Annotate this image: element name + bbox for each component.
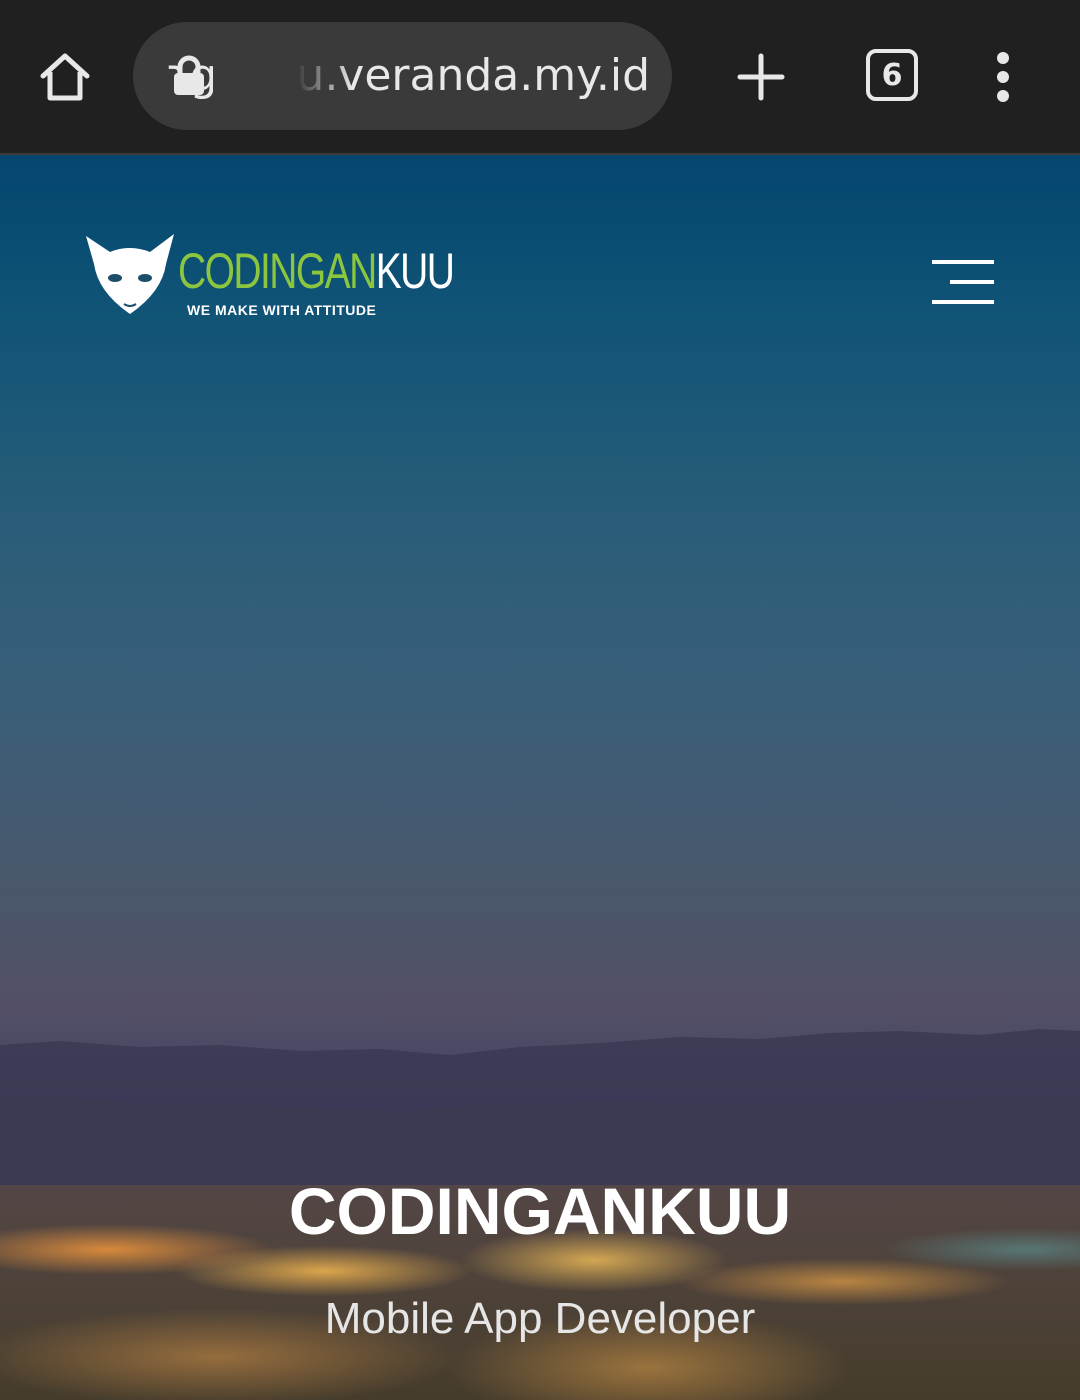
- browser-menu-button[interactable]: [982, 42, 1024, 112]
- hamburger-line-bottom: [932, 300, 994, 304]
- home-button[interactable]: [30, 42, 100, 112]
- hamburger-line-middle: [950, 280, 994, 284]
- lock-icon: [174, 55, 204, 95]
- tab-switcher-button[interactable]: 6: [866, 49, 918, 101]
- hamburger-line-top: [932, 260, 994, 264]
- logo-wordmark: CODINGANKUU: [178, 242, 455, 300]
- logo-tagline: WE MAKE WITH ATTITUDE: [187, 302, 377, 318]
- address-bar[interactable]: ɿganku.veranda.my.id: [133, 22, 672, 130]
- new-tab-button[interactable]: [726, 42, 796, 112]
- home-icon: [40, 53, 90, 101]
- hero-section: CODINGANKUU WE MAKE WITH ATTITUDE CODING…: [0, 155, 1080, 1400]
- plus-icon: [737, 53, 785, 101]
- url-fade: [213, 22, 353, 130]
- logo-word-white: KUU: [375, 243, 455, 299]
- more-vertical-icon: [997, 52, 1009, 102]
- tab-count: 6: [881, 57, 903, 93]
- browser-toolbar: ɿganku.veranda.my.id 6: [0, 0, 1080, 155]
- nav-menu-button[interactable]: [932, 258, 994, 304]
- logo-word-green: CODINGAN: [178, 243, 377, 299]
- hero-title: CODINGANKUU: [288, 1174, 792, 1248]
- fox-mask-icon: [86, 234, 174, 314]
- hero-subtitle: Mobile App Developer: [324, 1294, 756, 1343]
- site-logo[interactable]: CODINGANKUU WE MAKE WITH ATTITUDE: [84, 234, 455, 324]
